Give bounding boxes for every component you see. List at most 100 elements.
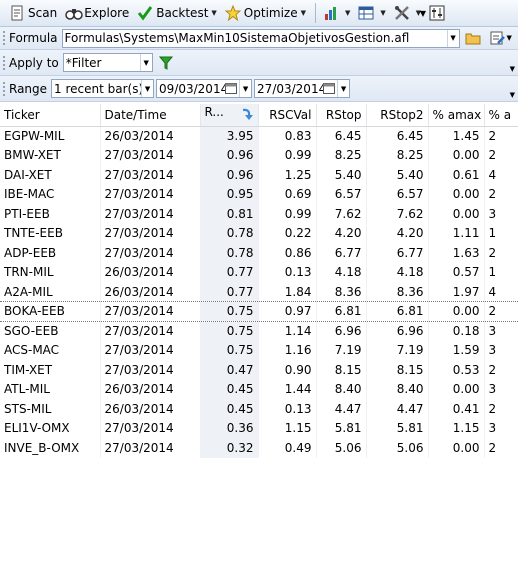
optimize-button[interactable]: Optimize ▼	[222, 2, 309, 24]
table-row[interactable]: EGPW-MIL 26/03/2014 3.95 0.83 6.45 6.45 1.45 2	[0, 126, 518, 146]
cell-rscval: 1.44	[258, 379, 317, 399]
chevron-down-icon[interactable]: ▼	[301, 9, 306, 17]
explore-button[interactable]: Explore	[62, 2, 132, 24]
column-header-rstop[interactable]: RStop	[316, 104, 367, 127]
cell-a: 2	[484, 301, 518, 322]
cell-rstop2: 6.81	[366, 301, 429, 322]
cell-ticker: PTI-EEB	[0, 204, 101, 224]
cell-ticker: IBE-MAC	[0, 184, 101, 204]
grip-handle[interactable]	[2, 30, 6, 46]
table-row[interactable]: TIM-XET 27/03/2014 0.47 0.90 8.15 8.15 0.53 2	[0, 360, 518, 380]
filter-icon[interactable]	[158, 56, 173, 70]
chart-icon	[323, 5, 339, 21]
formula-path-field[interactable]: Formulas\Systems\MaxMin10SistemaObjetivo…	[61, 28, 460, 48]
table-row[interactable]: A2A-MIL 26/03/2014 0.77 1.84 8.36 8.36 1.97 4	[0, 282, 518, 302]
chevron-down-icon[interactable]: ▼	[380, 9, 385, 17]
chevron-down-icon[interactable]: ▼	[211, 9, 216, 17]
table-row[interactable]: INVE_B-OMX 27/03/2014 0.32 0.49 5.06 5.06 0.00…	[0, 438, 518, 458]
cell-rstop: 6.57	[316, 184, 367, 204]
column-header-date[interactable]: Date/Time	[100, 104, 201, 127]
table-header-row: Ticker Date/Time R... RSCVal RStop RStop…	[0, 104, 518, 127]
cell-date: 26/03/2014	[100, 282, 201, 302]
cell-r: 0.95	[200, 184, 259, 204]
column-header-r[interactable]: R...	[200, 104, 259, 127]
to-date-picker[interactable]: 27/03/2014 ▼	[254, 79, 351, 98]
table-row[interactable]: BMW-XET 27/03/2014 0.96 0.99 8.25 8.25 0.00 2	[0, 145, 518, 165]
cell-a: 1	[484, 262, 518, 282]
report-chart-button[interactable]: ▼	[320, 2, 353, 24]
column-header-rstop2[interactable]: RStop2	[366, 104, 429, 127]
column-header-a[interactable]: % a	[484, 104, 518, 127]
backtest-label: Backtest	[156, 6, 209, 20]
chevron-down-icon[interactable]: ▼	[239, 80, 252, 97]
table-row[interactable]: TNTE-EEB 27/03/2014 0.78 0.22 4.20 4.20 1.11 1	[0, 223, 518, 243]
table-row[interactable]: TRN-MIL 26/03/2014 0.77 0.13 4.18 4.18 0.57 1	[0, 262, 518, 282]
cell-rscval: 1.25	[258, 165, 317, 185]
cell-rstop2: 5.06	[366, 438, 429, 458]
backtest-button[interactable]: Backtest ▼	[134, 2, 220, 24]
table-row[interactable]: ADP-EEB 27/03/2014 0.78 0.86 6.77 6.77 1.63 2	[0, 243, 518, 263]
table-row[interactable]: PTI-EEB 27/03/2014 0.81 0.99 7.62 7.62 0.00 3	[0, 204, 518, 224]
toolbar-overflow-icon[interactable]: ▼	[420, 9, 426, 18]
table-row[interactable]: DAI-XET 27/03/2014 0.96 1.25 5.40 5.40 0.61 4	[0, 165, 518, 185]
table-row[interactable]: STS-MIL 26/03/2014 0.45 0.13 4.47 4.47 0.41 2	[0, 399, 518, 419]
cell-a: 2	[484, 243, 518, 263]
results-table-button[interactable]: ▼	[355, 2, 388, 24]
folder-icon[interactable]	[465, 30, 481, 46]
table-row[interactable]: ACS-MAC 27/03/2014 0.75 1.16 7.19 7.19 1.59 3	[0, 340, 518, 360]
cell-rstop: 6.81	[316, 301, 367, 322]
column-header-ticker[interactable]: Ticker	[0, 104, 101, 127]
cell-ticker: INVE_B-OMX	[0, 438, 101, 458]
chevron-down-icon[interactable]: ▼	[141, 80, 154, 97]
table-row[interactable]: IBE-MAC 27/03/2014 0.95 0.69 6.57 6.57 0.00 2	[0, 184, 518, 204]
cell-ticker: ELI1V-OMX	[0, 418, 101, 438]
grip-handle[interactable]	[2, 80, 6, 97]
chevron-down-icon[interactable]: ▼	[510, 91, 515, 99]
grip-handle[interactable]	[2, 54, 6, 71]
calendar-icon[interactable]	[225, 82, 238, 97]
column-header-rscval[interactable]: RSCVal	[258, 104, 317, 127]
scan-label: Scan	[28, 6, 58, 20]
cell-a: 3	[484, 340, 518, 360]
apply-to-select[interactable]: *Filter ▼	[62, 53, 153, 72]
cell-r: 0.45	[200, 399, 259, 419]
column-header-amax[interactable]: % amax	[428, 104, 485, 127]
cell-r: 0.78	[200, 223, 259, 243]
table-row[interactable]: SGO-EEB 27/03/2014 0.75 1.14 6.96 6.96 0.18 3	[0, 321, 518, 341]
cell-date: 27/03/2014	[100, 165, 201, 185]
cell-rstop: 8.36	[316, 282, 367, 302]
cell-amax: 0.00	[428, 184, 485, 204]
chevron-down-icon[interactable]: ▼	[139, 54, 152, 71]
edit-icon[interactable]	[489, 30, 505, 46]
check-icon	[137, 5, 153, 21]
parameters-button[interactable]	[426, 2, 451, 24]
cell-rscval: 0.99	[258, 204, 317, 224]
cell-amax: 0.41	[428, 399, 485, 419]
cell-date: 27/03/2014	[100, 360, 201, 380]
cell-a: 3	[484, 379, 518, 399]
cell-ticker: EGPW-MIL	[0, 126, 101, 146]
table-row[interactable]: ATL-MIL 26/03/2014 0.45 1.44 8.40 8.40 0.00 3	[0, 379, 518, 399]
calendar-icon[interactable]	[323, 82, 336, 97]
to-date-value: 27/03/2014	[257, 81, 327, 96]
range-select[interactable]: 1 recent bar(s) ▼	[51, 79, 155, 98]
chevron-down-icon[interactable]: ▼	[510, 65, 515, 73]
chevron-down-icon[interactable]: ▼	[345, 9, 350, 17]
table-row[interactable]: BOKA-EEB 27/03/2014 0.75 0.97 6.81 6.81 0.00 2	[0, 301, 518, 322]
scan-button[interactable]: Scan	[6, 2, 60, 24]
table-row[interactable]: ELI1V-OMX 27/03/2014 0.36 1.15 5.81 5.81 1.15 3	[0, 418, 518, 438]
cell-amax: 0.18	[428, 321, 485, 341]
cell-rstop: 4.18	[316, 262, 367, 282]
chevron-down-icon[interactable]: ▼	[337, 80, 350, 97]
cell-amax: 0.00	[428, 204, 485, 224]
chevron-down-icon[interactable]: ▼	[446, 29, 459, 47]
chevron-down-icon[interactable]: ▼	[507, 34, 512, 42]
cell-rstop2: 6.45	[366, 126, 429, 146]
cell-date: 27/03/2014	[100, 243, 201, 263]
cell-ticker: A2A-MIL	[0, 282, 101, 302]
from-date-picker[interactable]: 09/03/2014 ▼	[156, 79, 253, 98]
cell-rstop: 8.25	[316, 145, 367, 165]
cell-r: 0.77	[200, 282, 259, 302]
cell-rstop2: 8.25	[366, 145, 429, 165]
cell-r: 0.81	[200, 204, 259, 224]
